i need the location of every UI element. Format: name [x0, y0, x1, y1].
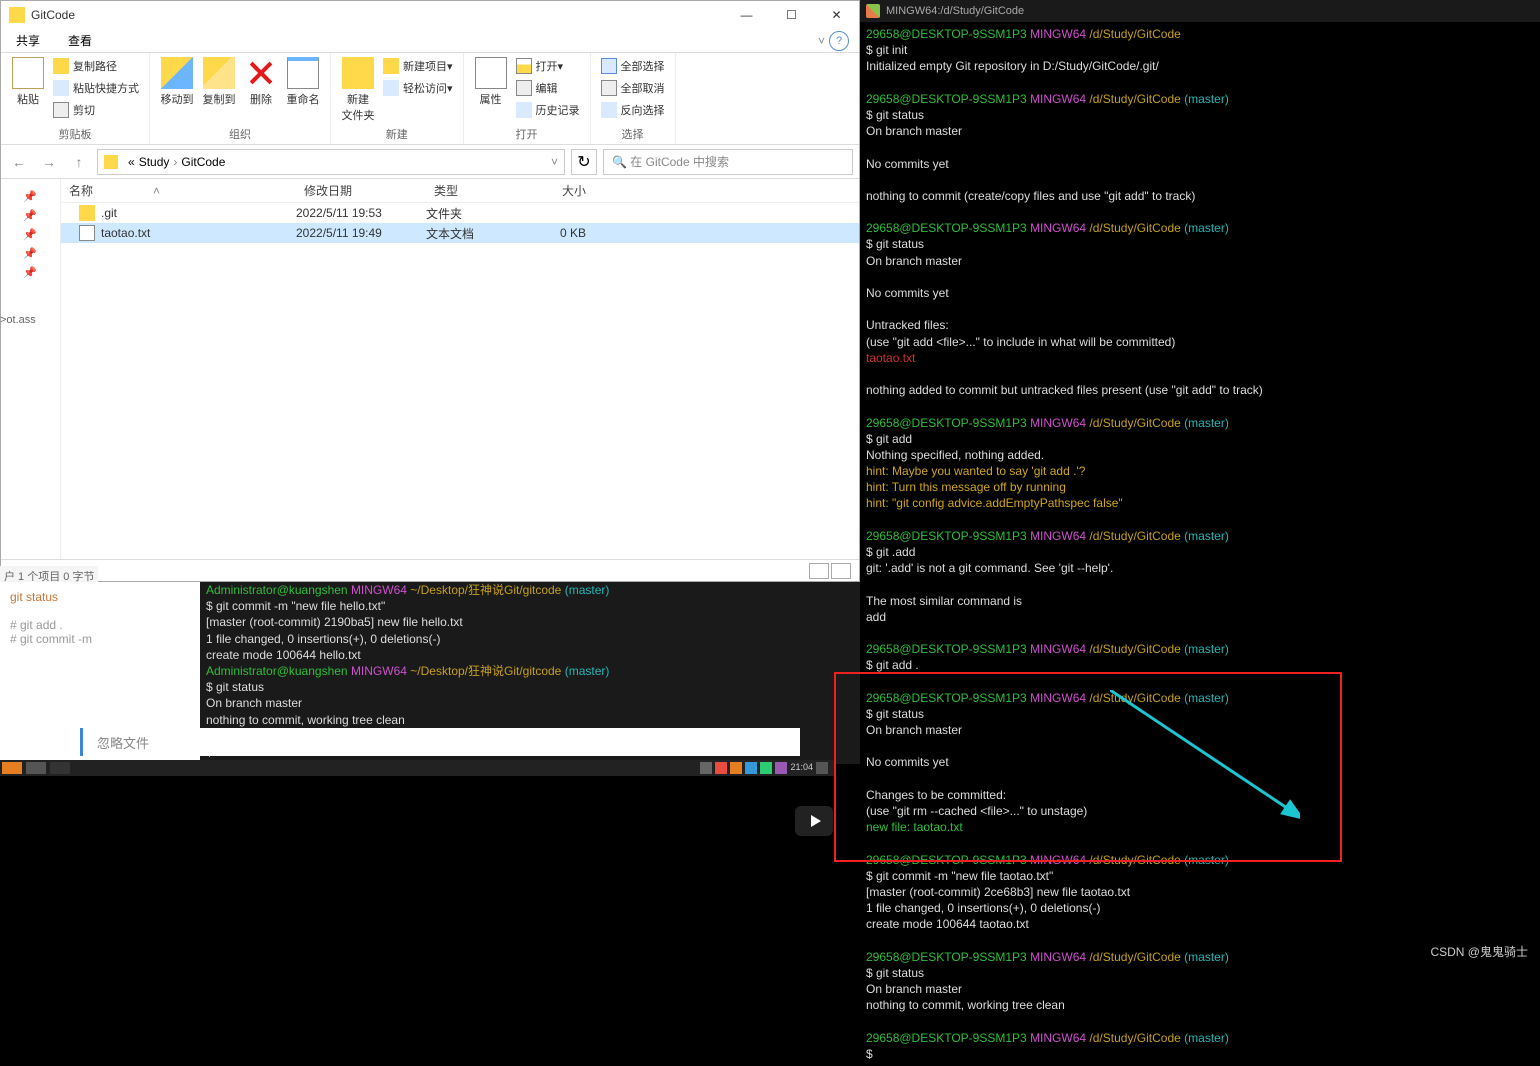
gitbash-icon	[866, 4, 880, 18]
select-none-button[interactable]: 全部取消	[601, 77, 665, 99]
nav-pane[interactable]: 📌 📌 📌 📌 📌	[1, 179, 61, 559]
tab-share[interactable]: 共享	[16, 32, 40, 49]
pin-icon[interactable]: 📌	[23, 266, 37, 280]
taskbar-item[interactable]	[26, 762, 46, 774]
copy-path-button[interactable]: 复制路径	[53, 55, 139, 77]
refresh-button[interactable]: ↻	[571, 149, 597, 175]
tray-icon[interactable]	[745, 762, 757, 774]
col-size[interactable]: 大小	[534, 182, 594, 199]
watermark: CSDN @鬼鬼骑士	[1430, 943, 1528, 960]
edit-button[interactable]: 编辑	[516, 77, 580, 99]
view-icons-button[interactable]	[831, 563, 851, 579]
tray-icon[interactable]	[730, 762, 742, 774]
copy-to-button[interactable]: 复制到	[198, 55, 240, 107]
address-bar-row: ← → ↑ « Study › GitCode ˅ ↻ 🔍 在 GitCode …	[1, 145, 859, 179]
new-item-button[interactable]: 新建项目 ▾	[383, 55, 453, 77]
new-folder-button[interactable]: 新建文件夹	[337, 55, 379, 123]
file-row[interactable]: .git 2022/5/11 19:53 文件夹	[61, 203, 859, 223]
rename-button[interactable]: 重命名	[282, 55, 324, 107]
search-icon: 🔍	[612, 155, 627, 169]
pin-icon[interactable]: 📌	[23, 247, 37, 261]
folder-icon	[9, 7, 25, 23]
ribbon-collapse-icon[interactable]: ˅	[818, 34, 825, 48]
minimize-button[interactable]: —	[724, 1, 769, 29]
delete-button[interactable]: 删除	[240, 55, 282, 107]
cut-button[interactable]: 剪切	[53, 99, 139, 121]
terminal-output[interactable]: 29658@DESKTOP-9SSM1P3 MINGW64 /d/Study/G…	[860, 22, 1540, 1066]
back-button[interactable]: ←	[7, 150, 31, 174]
chevron-down-icon[interactable]: ˅	[551, 155, 558, 169]
folder-icon	[104, 155, 118, 169]
taskbar-item[interactable]	[50, 762, 70, 774]
close-button[interactable]: ✕	[814, 1, 859, 29]
properties-button[interactable]: 属性	[470, 55, 512, 107]
paste-shortcut-button[interactable]: 粘贴快捷方式	[53, 77, 139, 99]
taskbar-item[interactable]	[2, 762, 22, 774]
col-type[interactable]: 类型	[426, 182, 534, 199]
ignore-files-heading: 忽略文件	[80, 728, 800, 756]
bc-study[interactable]: Study	[139, 155, 170, 169]
tray-icon[interactable]	[715, 762, 727, 774]
chevron-right-icon: ›	[173, 155, 177, 169]
paste-button[interactable]: 粘贴	[7, 55, 49, 107]
easy-access-button[interactable]: 轻松访问 ▾	[383, 77, 453, 99]
tray-icon[interactable]	[816, 762, 828, 774]
group-new: 新建	[337, 124, 457, 144]
tray-icon[interactable]	[760, 762, 772, 774]
taskbar[interactable]: 21:04	[0, 760, 834, 776]
forward-button[interactable]: →	[37, 150, 61, 174]
gitbash-titlebar[interactable]: MINGW64:/d/Study/GitCode	[860, 0, 1540, 22]
help-button[interactable]: ?	[829, 31, 849, 51]
up-button[interactable]: ↑	[67, 150, 91, 174]
titlebar[interactable]: GitCode — ☐ ✕	[1, 1, 859, 29]
group-open: 打开	[470, 124, 584, 144]
ribbon: 粘贴 复制路径 粘贴快捷方式 剪切 剪贴板 移动到 复制到 删除 重命名 组织 …	[1, 53, 859, 145]
group-clipboard: 剪贴板	[7, 124, 143, 144]
file-row[interactable]: taotao.txt 2022/5/11 19:49 文本文档 0 KB	[61, 223, 859, 243]
ribbon-tabs: 共享 查看 ? ˅	[1, 29, 859, 53]
invert-selection-button[interactable]: 反向选择	[601, 99, 665, 121]
video-play-icon[interactable]	[795, 806, 833, 836]
search-input[interactable]: 🔍 在 GitCode 中搜索	[603, 149, 853, 175]
bc-gitcode[interactable]: GitCode	[181, 155, 225, 169]
col-name[interactable]: 名称˄	[61, 182, 296, 199]
select-all-button[interactable]: 全部选择	[601, 55, 665, 77]
bg-text: >ot.ass	[0, 314, 36, 326]
pin-icon[interactable]: 📌	[23, 190, 37, 204]
git-bash-window: MINGW64:/d/Study/GitCode 29658@DESKTOP-9…	[860, 0, 1540, 870]
folder-icon	[79, 205, 95, 221]
group-organize: 组织	[156, 124, 324, 144]
move-to-button[interactable]: 移动到	[156, 55, 198, 107]
history-button[interactable]: 历史记录	[516, 99, 580, 121]
breadcrumb[interactable]: « Study › GitCode ˅	[97, 149, 565, 175]
tray-icon[interactable]	[700, 762, 712, 774]
pin-icon[interactable]: 📌	[23, 228, 37, 242]
clock[interactable]: 21:04	[790, 762, 813, 774]
pin-icon[interactable]: 📌	[23, 209, 37, 223]
group-select: 选择	[597, 124, 669, 144]
tab-view[interactable]: 查看	[68, 32, 92, 49]
status-bar	[1, 559, 859, 581]
view-details-button[interactable]	[809, 563, 829, 579]
file-list: 名称˄ 修改日期 类型 大小 .git 2022/5/11 19:53 文件夹 …	[61, 179, 859, 559]
open-button[interactable]: 打开 ▾	[516, 55, 580, 77]
file-explorer: GitCode — ☐ ✕ 共享 查看 ? ˅ 粘贴 复制路径 粘贴快捷方式 剪…	[0, 0, 860, 582]
col-date[interactable]: 修改日期	[296, 182, 426, 199]
textfile-icon	[79, 225, 95, 241]
maximize-button[interactable]: ☐	[769, 1, 814, 29]
window-title: GitCode	[31, 8, 75, 22]
tray-icon[interactable]	[775, 762, 787, 774]
